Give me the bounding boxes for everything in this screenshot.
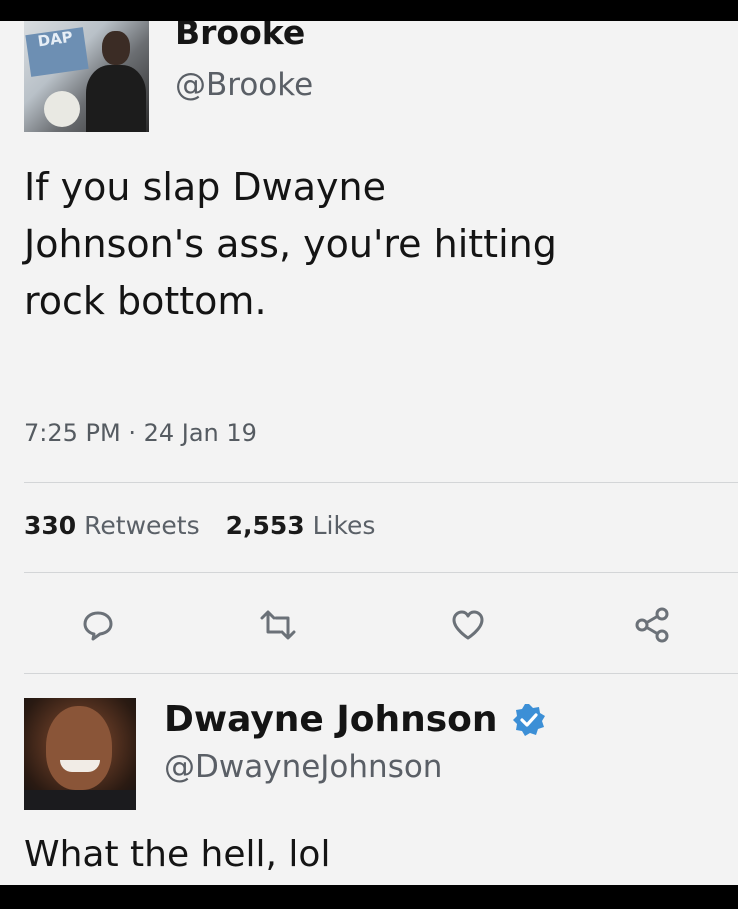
retweets-label: Retweets — [84, 511, 200, 540]
share-icon — [635, 607, 669, 643]
tweet-author-name[interactable]: Brooke — [175, 21, 305, 52]
divider — [24, 673, 738, 674]
reply-button[interactable] — [76, 603, 120, 647]
divider — [24, 572, 738, 573]
share-button[interactable] — [630, 603, 674, 647]
like-icon — [452, 610, 484, 640]
reply-author-name[interactable]: Dwayne Johnson — [164, 699, 498, 740]
retweet-icon — [260, 610, 296, 640]
reply-icon — [83, 611, 113, 641]
retweet-button[interactable] — [256, 603, 300, 647]
like-button[interactable] — [446, 603, 490, 647]
avatar-smile — [60, 760, 100, 772]
screenshot-frame: DAP Brooke @Brooke If you slap Dwayne Jo… — [0, 0, 738, 909]
avatar-sign: DAP — [25, 27, 89, 77]
avatar-cup — [44, 91, 80, 127]
avatar-head — [102, 31, 130, 65]
verified-badge-icon — [512, 703, 545, 736]
reply-author-handle[interactable]: @DwayneJohnson — [164, 749, 442, 785]
divider — [24, 482, 738, 483]
avatar-face — [46, 706, 112, 790]
tweet-thread: DAP Brooke @Brooke If you slap Dwayne Jo… — [0, 21, 738, 885]
bottom-bar — [0, 885, 738, 909]
likes-stat[interactable]: 2,553 Likes — [226, 511, 376, 540]
tweet-timestamp[interactable]: 7:25 PM · 24 Jan 19 — [24, 419, 257, 447]
dwayne-avatar[interactable] — [24, 698, 136, 810]
likes-count: 2,553 — [225, 511, 305, 540]
tweet-stats: 330 Retweets 2,553 Likes — [24, 511, 393, 540]
tweet-text: If you slap Dwayne Johnson's ass, you're… — [24, 165, 557, 323]
brooke-avatar[interactable]: DAP — [24, 21, 149, 132]
retweets-stat[interactable]: 330 Retweets — [24, 511, 200, 540]
tweet-author-handle[interactable]: @Brooke — [175, 67, 313, 103]
retweets-count: 330 — [24, 511, 77, 540]
tweet-actions — [0, 603, 738, 647]
avatar-body — [86, 65, 146, 132]
likes-label: Likes — [312, 511, 376, 540]
avatar-shirt — [24, 790, 136, 810]
reply-author-name-row: Dwayne Johnson — [164, 699, 546, 740]
reply-text: What the hell, lol — [24, 834, 331, 875]
